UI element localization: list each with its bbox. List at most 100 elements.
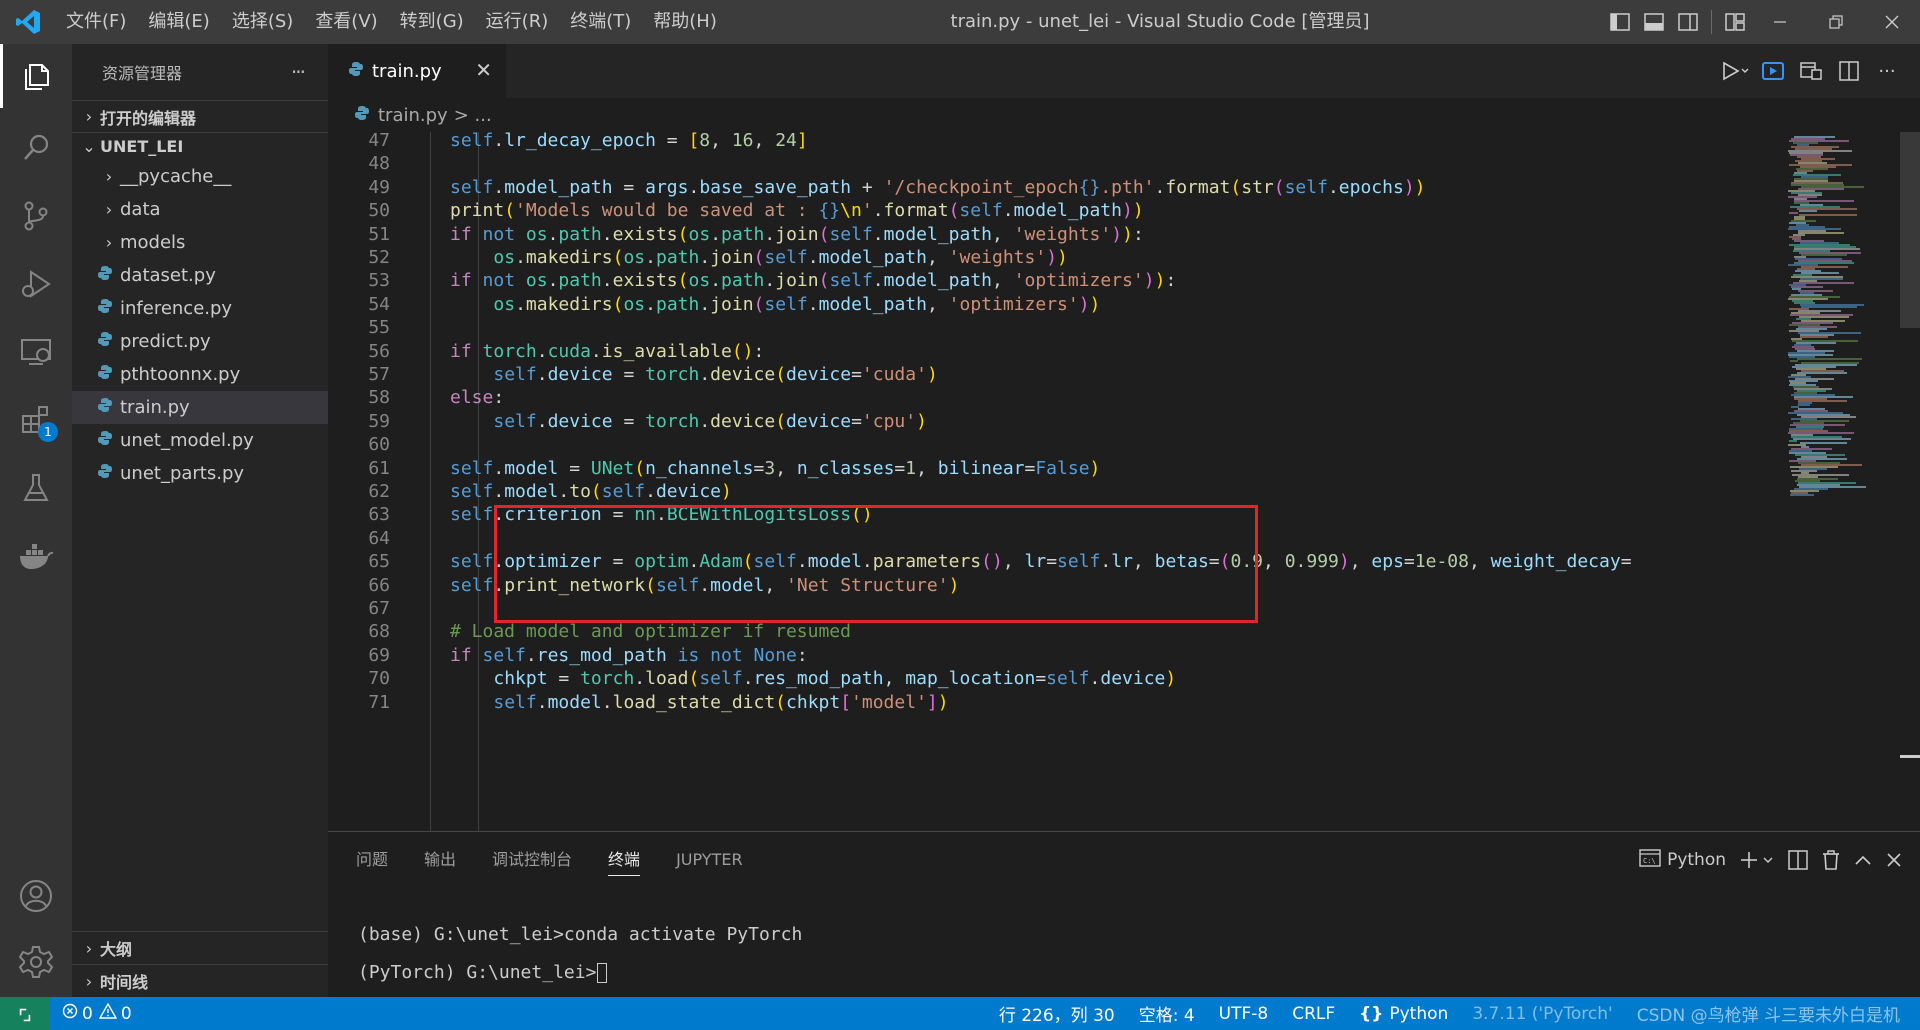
tree-item-label: unet_parts.py (120, 463, 245, 484)
terminal-cursor (597, 963, 608, 983)
tab-problems[interactable]: 问题 (356, 832, 388, 888)
split-editor-icon[interactable] (1830, 44, 1868, 98)
folder-section[interactable]: ⌄ UNET_LEI (72, 132, 328, 160)
terminal-prompt-line[interactable]: (PyTorch) G:\unet_lei> (358, 962, 608, 983)
tree-file-pthtoonnx[interactable]: pthtoonnx.py (72, 358, 328, 391)
panel-actions: C:\ Python (1625, 832, 1902, 888)
terminal-line: (base) G:\unet_lei>conda activate PyTorc… (358, 924, 803, 945)
remote-indicator-icon[interactable] (0, 997, 50, 1030)
toggle-panel-icon[interactable] (1637, 0, 1671, 44)
timeline-section[interactable]: › 时间线 (72, 964, 328, 997)
editor-tabs: train.py ✕ ··· (328, 44, 1920, 98)
run-debug-icon[interactable] (0, 252, 72, 316)
preview-icon[interactable] (1754, 44, 1792, 98)
cursor-position[interactable]: 行 226，列 30 (999, 1001, 1115, 1026)
menu-go[interactable]: 转到(G) (389, 0, 475, 44)
open-changes-icon[interactable] (1792, 44, 1830, 98)
more-actions-icon[interactable]: ··· (291, 60, 306, 84)
restore-icon[interactable] (1808, 0, 1864, 44)
menu-view[interactable]: 查看(V) (304, 0, 388, 44)
tab-jupyter[interactable]: JUPYTER (676, 832, 743, 888)
breadcrumb-file[interactable]: train.py (378, 105, 448, 126)
tree-file-unet-model[interactable]: unet_model.py (72, 424, 328, 457)
tree-file-unet-parts[interactable]: unet_parts.py (72, 457, 328, 490)
tab-label: train.py (372, 60, 442, 82)
minimap[interactable] (1778, 132, 1920, 831)
minimap-scroll-slider[interactable] (1900, 132, 1920, 328)
toggle-sidebar-icon[interactable] (1603, 0, 1637, 44)
chevron-right-icon: › (85, 971, 93, 991)
chevron-right-icon: › (105, 167, 113, 186)
more-editor-actions-icon[interactable]: ··· (1868, 44, 1906, 98)
chevron-right-icon: › (105, 233, 113, 252)
tab-train-py[interactable]: train.py ✕ (328, 44, 506, 98)
minimap-stroke (1793, 438, 1851, 440)
terminal-icon: C:\ (1639, 848, 1661, 872)
maximize-panel-icon[interactable] (1854, 832, 1872, 888)
docker-icon[interactable] (0, 524, 72, 588)
menu-terminal[interactable]: 终端(T) (559, 0, 642, 44)
new-terminal-icon[interactable] (1740, 832, 1774, 888)
tree-item-label: inference.py (120, 298, 233, 319)
language-mode[interactable]: {} Python (1359, 1004, 1448, 1024)
account-icon[interactable] (0, 864, 72, 928)
tree-folder-models[interactable]: › models (72, 226, 328, 259)
tree-file-predict[interactable]: predict.py (72, 325, 328, 358)
tab-debug-console[interactable]: 调试控制台 (492, 832, 572, 888)
vscode-logo-icon (0, 0, 55, 44)
python-interpreter[interactable]: 3.7.11 ('PyTorch' (1472, 1004, 1612, 1024)
status-right: 行 226，列 30 空格: 4 UTF-8 CRLF {} Python 3.… (975, 997, 1900, 1030)
kill-terminal-icon[interactable] (1822, 832, 1840, 888)
minimize-icon[interactable] (1752, 0, 1808, 44)
remote-explorer-icon[interactable] (0, 320, 72, 384)
menu-file[interactable]: 文件(F) (55, 0, 137, 44)
breadcrumb-more[interactable]: > ... (454, 105, 492, 126)
source-control-icon[interactable] (0, 184, 72, 248)
tab-output[interactable]: 输出 (424, 832, 456, 888)
run-python-file-icon[interactable] (1716, 44, 1754, 98)
tree-folder-pycache[interactable]: › __pycache__ (72, 160, 328, 193)
close-tab-icon[interactable]: ✕ (475, 58, 492, 82)
outline-label: 大纲 (100, 940, 133, 959)
close-window-icon[interactable] (1864, 0, 1920, 44)
chevron-right-icon: › (85, 938, 93, 958)
timeline-label: 时间线 (100, 973, 149, 992)
customize-layout-icon[interactable] (1718, 0, 1752, 44)
code-editor[interactable]: 47 self.lr_decay_epoch = [8, 16, 24] 48 49 s… (328, 132, 1778, 831)
tree-file-dataset[interactable]: dataset.py (72, 259, 328, 292)
end-of-line[interactable]: CRLF (1292, 1004, 1335, 1024)
menu-selection[interactable]: 选择(S) (221, 0, 304, 44)
tree-file-train[interactable]: train.py (72, 391, 328, 424)
explorer-icon[interactable] (0, 44, 72, 108)
tree-item-label: pthtoonnx.py (120, 364, 241, 385)
terminal-name: Python (1667, 850, 1726, 870)
minimap-stroke (1790, 360, 1798, 362)
indentation[interactable]: 空格: 4 (1139, 1001, 1195, 1026)
open-editors-section[interactable]: › 打开的编辑器 (72, 100, 328, 132)
tree-folder-data[interactable]: › data (72, 193, 328, 226)
problems-indicator[interactable]: 0 0 (62, 997, 132, 1030)
tree-file-inference[interactable]: inference.py (72, 292, 328, 325)
menu-edit[interactable]: 编辑(E) (137, 0, 220, 44)
title-controls (1603, 0, 1920, 44)
chevron-right-icon: › (105, 200, 113, 219)
red-highlight-annotation (494, 505, 1258, 623)
encoding[interactable]: UTF-8 (1219, 1004, 1269, 1024)
menu-help[interactable]: 帮助(H) (642, 0, 728, 44)
tree-item-label: dataset.py (120, 265, 216, 286)
extensions-badge: 1 (38, 422, 58, 442)
testing-icon[interactable] (0, 456, 72, 520)
terminal-instance[interactable]: C:\ Python (1639, 832, 1726, 888)
menu-run[interactable]: 运行(R) (475, 0, 560, 44)
close-panel-icon[interactable] (1886, 832, 1902, 888)
toggle-secondary-sidebar-icon[interactable] (1671, 0, 1705, 44)
tab-terminal[interactable]: 终端 (608, 832, 641, 888)
extensions-icon[interactable]: 1 (0, 388, 72, 452)
title-separator (1711, 10, 1712, 34)
search-icon[interactable] (0, 116, 72, 180)
panel-tabs: 问题 输出 调试控制台 终端 JUPYTER (328, 832, 779, 888)
split-terminal-icon[interactable] (1788, 832, 1808, 888)
settings-gear-icon[interactable] (0, 930, 72, 994)
python-file-icon (94, 397, 116, 418)
outline-section[interactable]: › 大纲 (72, 931, 328, 964)
